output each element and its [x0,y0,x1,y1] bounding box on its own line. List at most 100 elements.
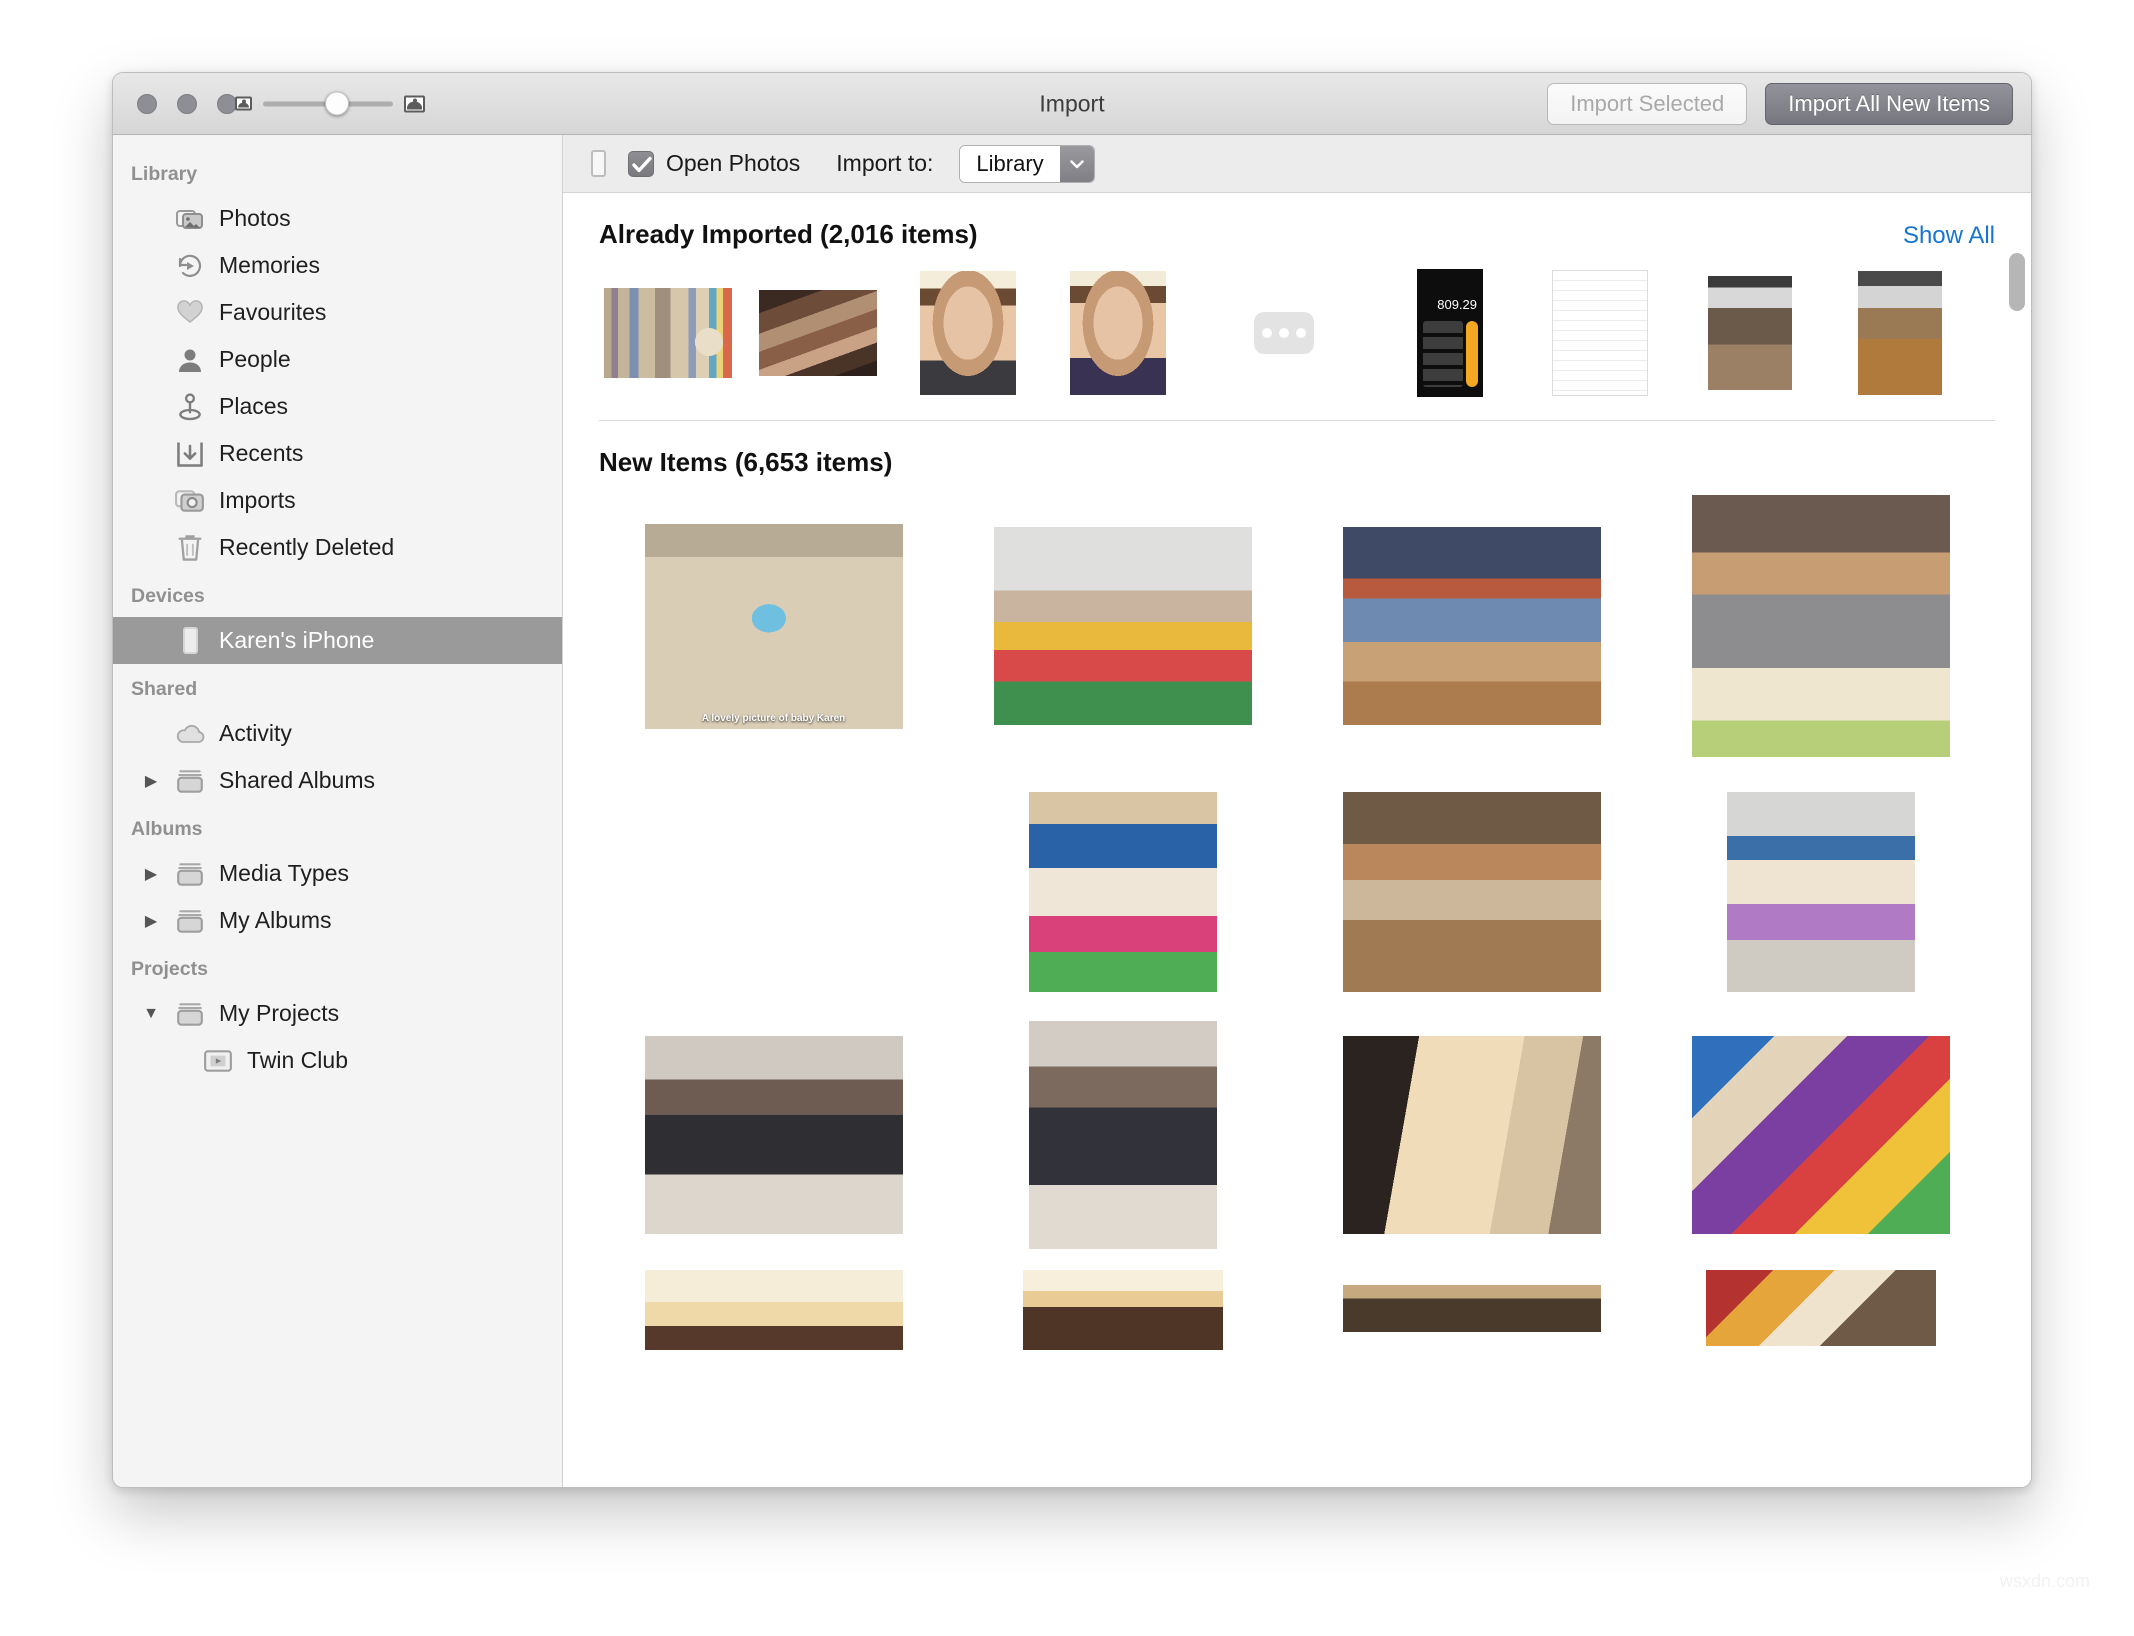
sidebar-item-activity[interactable]: Activity [113,710,562,757]
open-photos-checkbox[interactable]: Open Photos [628,150,800,177]
photo-cell[interactable] [1646,1027,1995,1242]
thumbnail-cell[interactable] [599,269,737,397]
soft-play-photo-1[interactable] [993,527,1252,725]
dot-icon [1262,328,1272,338]
cloud-icon [176,724,205,743]
sidebar[interactable]: Library Photos Memories Favourites Peopl… [113,135,563,1487]
sidebar-item-imports[interactable]: Imports [113,477,562,524]
chevron-right-icon[interactable]: ▶ [141,911,161,931]
sidebar-item-twin-club[interactable]: Twin Club [113,1037,562,1084]
sidebar-item-places[interactable]: Places [113,383,562,430]
download-tray-icon [177,441,203,467]
sidebar-item-memories[interactable]: Memories [113,242,562,289]
chevron-right-icon[interactable]: ▶ [141,771,161,791]
group-selfie-photo[interactable] [759,290,877,376]
already-imported-thumbnail-strip[interactable]: 809.29 [563,250,2031,400]
horse-riding-photo-1[interactable] [1708,276,1792,390]
sidebar-header-shared: Shared [131,678,198,700]
new-items-title: New Items (6,653 items) [599,447,893,477]
new-items-grid[interactable]: A lovely picture of baby Karen [563,478,2031,1350]
baby-on-beach-photo[interactable]: A lovely picture of baby Karen [644,523,903,729]
horse-riding-photo-2[interactable] [1858,271,1942,395]
woman-portrait-photo-1[interactable] [920,271,1016,395]
photo-cell[interactable] [948,784,1297,999]
soft-play-photo-2[interactable] [1028,791,1217,992]
photo-cell[interactable] [948,1270,1297,1350]
memories-icon [175,251,205,281]
import-to-popup-button[interactable]: Library [959,144,1095,183]
woman-portrait-photo-2[interactable] [1070,271,1166,395]
mother-and-baby-photo[interactable] [1342,1035,1601,1234]
sidebar-header-library: Library [131,163,198,185]
sidebar-item-my-projects[interactable]: ▼ My Projects [113,990,562,1037]
import-selected-button[interactable]: Import Selected [1547,82,1748,125]
chevron-down-icon[interactable]: ▼ [141,1005,161,1023]
scrollbar-thumb[interactable] [2009,253,2025,311]
photo-cell[interactable] [1297,519,1646,734]
more-items-cell[interactable] [1199,269,1369,397]
webpage-screenshot[interactable] [1552,270,1648,396]
chevron-down-icon[interactable] [1059,145,1094,182]
dad-with-twins-photo-2[interactable] [1028,1020,1217,1249]
sidebar-item-people[interactable]: People [113,336,562,383]
photo-cell[interactable] [599,1270,948,1350]
photo-cell[interactable] [1297,784,1646,999]
show-all-link[interactable]: Show All [1903,222,1995,250]
sidebar-item-label: Shared Albums [219,767,375,793]
toddler-highchair-photo[interactable] [1691,495,1950,757]
already-imported-title: Already Imported (2,016 items) [599,219,978,249]
sidebar-item-favourites[interactable]: Favourites [113,289,562,336]
sidebar-item-label: Places [219,393,289,419]
photo-cell[interactable] [599,784,948,999]
vertical-scrollbar[interactable] [2009,253,2025,1477]
checkbox-box[interactable] [628,150,654,177]
partial-photo-2[interactable] [1022,1270,1223,1350]
partial-photo-3[interactable] [1342,1270,1601,1332]
album-stack-icon [177,769,203,793]
baby-at-table-photo[interactable] [676,792,872,992]
sidebar-item-label: Recently Deleted [219,534,395,560]
dad-with-twins-photo-1[interactable] [644,1035,903,1234]
import-all-new-items-button[interactable]: Import All New Items [1765,82,2013,125]
baby-with-toys-photo[interactable] [1691,1035,1950,1234]
sidebar-item-media-types[interactable]: ▶ Media Types [113,850,562,897]
chevron-right-icon[interactable]: ▶ [141,864,161,884]
more-items-button[interactable] [1254,312,1314,354]
photo-cell[interactable] [1646,1270,1995,1350]
photo-cell[interactable]: A lovely picture of baby Karen [599,519,948,734]
partial-photo-1[interactable] [644,1270,903,1350]
map-pin-icon [179,392,201,420]
beach-crowd-photo[interactable] [604,288,732,378]
sidebar-item-karens-iphone[interactable]: Karen's iPhone [113,617,562,664]
photo-cell[interactable] [1646,495,1995,757]
photo-cell[interactable] [948,519,1297,734]
photo-cell[interactable] [1297,1027,1646,1242]
thumbnail-cell[interactable] [1831,269,1969,397]
photo-cell[interactable] [599,1027,948,1242]
photo-cell[interactable] [1297,1270,1646,1350]
calculator-screenshot[interactable]: 809.29 [1417,269,1483,397]
sidebar-item-recently-deleted[interactable]: Recently Deleted [113,524,562,571]
sidebar-item-photos[interactable]: Photos [113,195,562,242]
thumbnail-cell[interactable] [749,269,887,397]
import-scroll-area[interactable]: Already Imported (2,016 items) Show All [563,193,2031,1487]
sidebar-item-my-albums[interactable]: ▶ My Albums [113,897,562,944]
thumbnail-cell[interactable] [1681,269,1819,397]
partial-photo-4[interactable] [1705,1270,1936,1346]
sidebar-item-label: People [219,346,291,372]
checkmark-icon [632,156,652,172]
photo-cell[interactable] [1646,784,1995,999]
sidebar-item-label: Memories [219,252,320,278]
thumbnail-cell[interactable] [899,269,1037,397]
toddler-dancing-photo[interactable] [1726,791,1915,992]
photo-cell[interactable] [948,1020,1297,1249]
hotel-room-play-photo[interactable] [1342,791,1601,992]
album-stack-icon [177,1002,203,1026]
sidebar-item-recents[interactable]: Recents [113,430,562,477]
thumbnail-cell[interactable] [1531,269,1669,397]
thumbnail-cell[interactable]: 809.29 [1381,269,1519,397]
heart-icon [175,298,205,328]
thumbnail-cell[interactable] [1049,269,1187,397]
twins-at-table-photo[interactable] [1342,527,1601,725]
sidebar-item-shared-albums[interactable]: ▶ Shared Albums [113,757,562,804]
